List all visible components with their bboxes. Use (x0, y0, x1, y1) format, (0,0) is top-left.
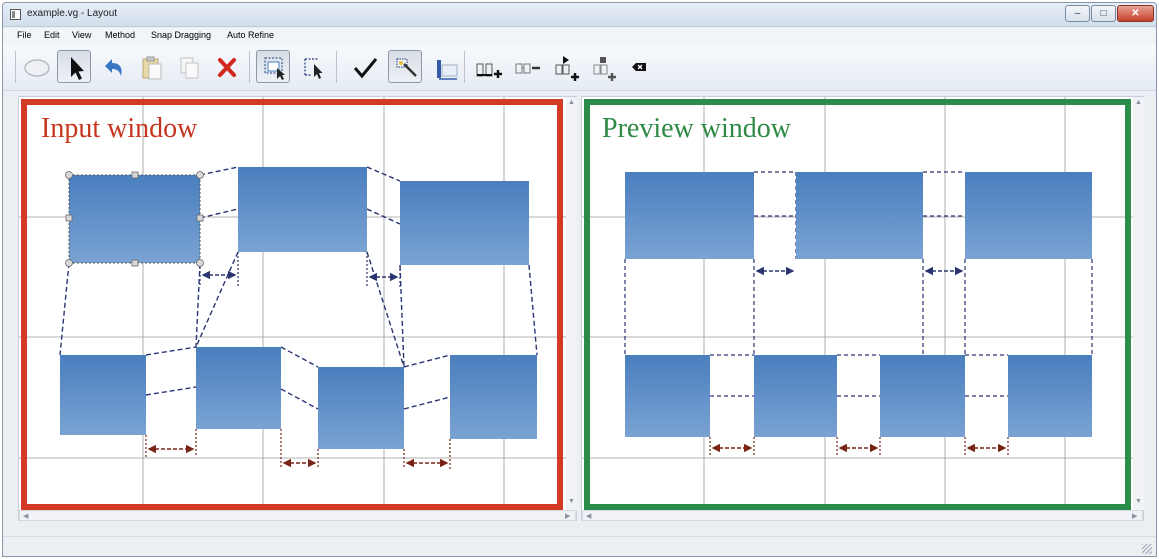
menu-view[interactable]: View (72, 30, 91, 40)
resize-grip-icon[interactable] (1142, 544, 1152, 554)
remove-node-button[interactable] (585, 50, 619, 83)
scroll-down-icon[interactable]: ▼ (1135, 498, 1142, 505)
menu-method[interactable]: Method (105, 30, 135, 40)
add-node-icon (555, 56, 579, 81)
menu-auto-refine[interactable]: Auto Refine (227, 30, 274, 40)
delete-icon (218, 58, 236, 77)
select-region-icon (264, 57, 285, 80)
copy-icon (180, 57, 199, 79)
copy-button[interactable] (171, 50, 205, 83)
preview-vertical-scrollbar[interactable]: ▲ ▼ (1133, 97, 1144, 510)
input-frame (21, 99, 563, 510)
input-horizontal-scrollbar[interactable]: ◀ ▶ (19, 510, 576, 521)
ellipse-tool-button[interactable] (19, 50, 53, 83)
restore-icon: □ (1100, 8, 1107, 19)
remove-spacing-button[interactable] (508, 50, 542, 83)
minimize-icon: – (1074, 8, 1081, 19)
scroll-up-icon[interactable]: ▲ (568, 99, 575, 106)
maximize-button[interactable]: □ (1091, 5, 1116, 22)
select-arrow-icon (71, 57, 84, 80)
add-node-button[interactable] (547, 50, 581, 83)
scroll-left-icon[interactable]: ◀ (586, 512, 591, 520)
distribute-icon (437, 60, 458, 80)
auto-refine-button[interactable] (388, 50, 422, 83)
preview-pane[interactable]: Preview window ▲ ▼ ◀ ▶ (581, 96, 1144, 521)
input-pane[interactable]: Input window ▲ ▼ ◀ ▶ (18, 96, 577, 521)
check-icon (353, 58, 378, 79)
undo-icon (105, 59, 122, 76)
scroll-right-icon[interactable]: ▶ (565, 512, 570, 520)
toolbar-separator (249, 51, 250, 83)
close-icon: ✕ (1131, 8, 1140, 19)
select-pointer-icon (304, 58, 323, 79)
input-window-label: Input window (41, 113, 198, 144)
select-pointer-button[interactable] (295, 50, 329, 83)
menu-snap-dragging[interactable]: Snap Dragging (151, 30, 211, 40)
app-icon (10, 9, 21, 20)
paste-button[interactable] (133, 50, 167, 83)
scroll-up-icon[interactable]: ▲ (1135, 99, 1142, 106)
erase-icon (632, 63, 646, 71)
close-button[interactable]: ✕ (1117, 5, 1154, 22)
select-region-button[interactable] (256, 50, 290, 83)
input-vertical-scrollbar[interactable]: ▲ ▼ (566, 97, 577, 510)
app-window: example.vg - Layout – □ ✕ File Edit View… (2, 2, 1157, 557)
preview-window-label: Preview window (602, 113, 791, 144)
remove-spacing-icon (515, 63, 540, 74)
window-title: example.vg - Layout (27, 8, 118, 19)
toolbar (3, 45, 1156, 91)
undo-button[interactable] (95, 50, 129, 83)
status-bar (3, 536, 1156, 556)
menu-bar: File Edit View Method Snap Dragging Auto… (3, 28, 1156, 45)
distribute-button[interactable] (428, 50, 462, 83)
workspace: Input window ▲ ▼ ◀ ▶ Preview window ▲ ▼ … (3, 91, 1156, 556)
scroll-left-icon[interactable]: ◀ (23, 512, 28, 520)
menu-file[interactable]: File (17, 30, 32, 40)
add-spacing-icon (476, 63, 502, 78)
toolbar-separator (464, 51, 465, 83)
title-bar: example.vg - Layout – □ ✕ (3, 3, 1156, 27)
scroll-down-icon[interactable]: ▼ (568, 498, 575, 505)
select-arrow-button[interactable] (57, 50, 91, 83)
add-spacing-button[interactable] (469, 50, 503, 83)
toolbar-separator (15, 51, 16, 83)
remove-node-icon (593, 57, 616, 81)
preview-frame (584, 99, 1131, 510)
magic-wand-icon (396, 58, 417, 77)
preview-horizontal-scrollbar[interactable]: ◀ ▶ (582, 510, 1143, 521)
delete-button[interactable] (209, 50, 243, 83)
erase-button[interactable] (621, 50, 655, 83)
scroll-right-icon[interactable]: ▶ (1132, 512, 1137, 520)
menu-edit[interactable]: Edit (44, 30, 60, 40)
ellipse-tool-icon (24, 59, 50, 77)
apply-button[interactable] (347, 50, 381, 83)
paste-icon (142, 56, 162, 80)
toolbar-separator (336, 51, 337, 83)
minimize-button[interactable]: – (1065, 5, 1090, 22)
